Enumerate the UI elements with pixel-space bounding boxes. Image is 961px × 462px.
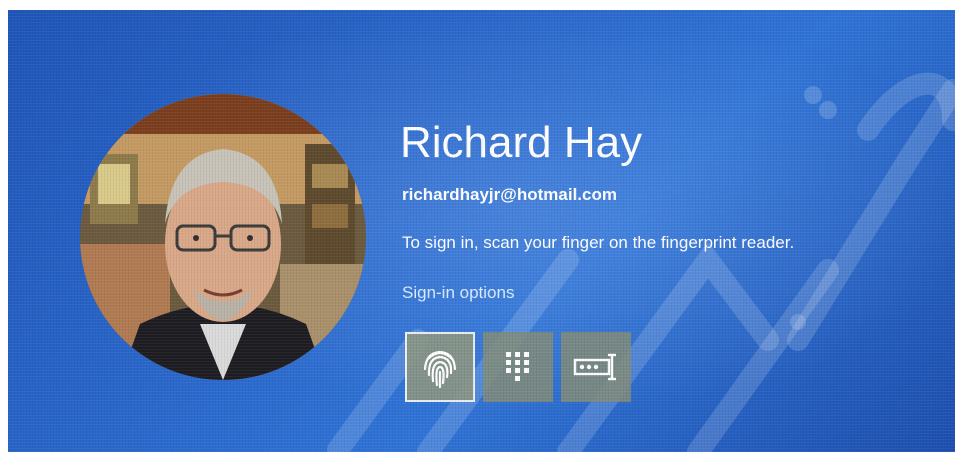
signin-options-link[interactable]: Sign-in options	[402, 283, 514, 303]
signin-option-tiles	[405, 332, 631, 402]
password-field-icon	[573, 353, 616, 381]
user-avatar	[80, 94, 366, 380]
fingerprint-option-button[interactable]	[405, 332, 475, 402]
password-option-button[interactable]	[561, 332, 631, 402]
signin-instruction: To sign in, scan your finger on the fing…	[402, 233, 795, 252]
fingerprint-icon	[423, 350, 457, 389]
keypad-icon	[506, 352, 529, 381]
lock-screen: Richard Hay richardhayjr@hotmail.com To …	[8, 10, 955, 452]
pin-option-button[interactable]	[483, 332, 553, 402]
user-email: richardhayjr@hotmail.com	[402, 185, 617, 204]
user-name: Richard Hay	[400, 118, 643, 167]
